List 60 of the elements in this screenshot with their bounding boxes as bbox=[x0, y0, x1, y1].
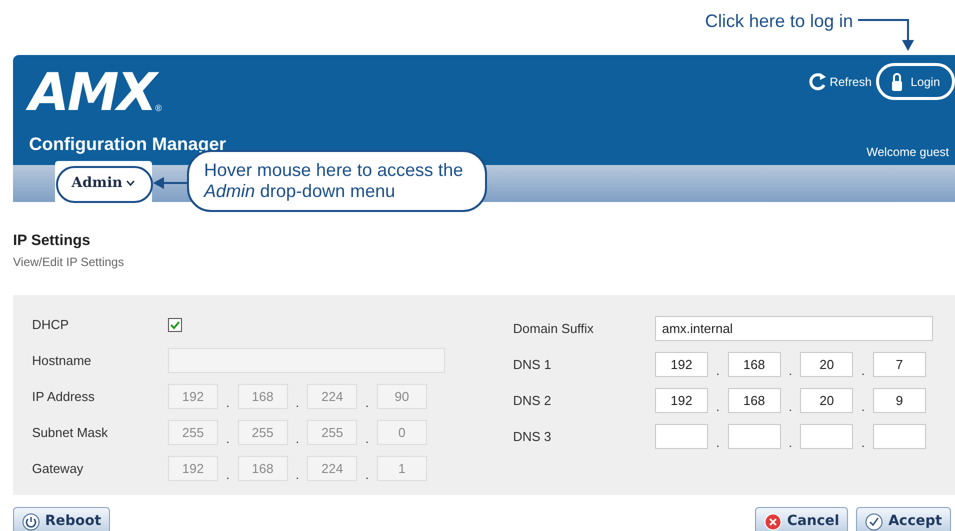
field-label: IP Address bbox=[32, 388, 96, 406]
field-label: DNS 3 bbox=[513, 428, 552, 446]
octet-field[interactable]: 9 bbox=[872, 388, 926, 413]
octet-field[interactable] bbox=[728, 424, 781, 449]
dot-separator: . bbox=[296, 396, 300, 409]
dot-separator: . bbox=[788, 364, 792, 377]
page-title: IP Settings bbox=[13, 231, 92, 251]
power-icon bbox=[22, 512, 40, 530]
callout-text: Click here to log in bbox=[705, 10, 854, 33]
checkmark-icon bbox=[170, 320, 180, 330]
field-label: DNS 2 bbox=[513, 392, 552, 410]
reboot-button[interactable]: Reboot bbox=[13, 506, 110, 531]
field-label: DHCP bbox=[32, 316, 70, 334]
dot-separator: . bbox=[296, 432, 300, 445]
admin-menu-tab[interactable]: Admin bbox=[55, 161, 152, 205]
octet-field[interactable]: 192 bbox=[655, 388, 708, 413]
dot-separator: . bbox=[226, 396, 230, 409]
octet-field[interactable] bbox=[800, 424, 854, 449]
close-icon bbox=[764, 512, 782, 530]
chevron-down-icon bbox=[126, 180, 136, 186]
field-label: DNS 1 bbox=[513, 356, 552, 374]
dot-separator: . bbox=[861, 436, 865, 449]
octet-field[interactable]: 168 bbox=[728, 352, 781, 377]
dot-separator: . bbox=[365, 432, 369, 445]
dot-separator: . bbox=[861, 400, 865, 413]
dot-separator: . bbox=[226, 432, 230, 445]
check-circle-icon bbox=[865, 512, 884, 530]
octet-field[interactable]: 7 bbox=[872, 352, 926, 377]
octet-field[interactable]: 20 bbox=[800, 352, 854, 377]
padlock-icon bbox=[890, 72, 903, 92]
field-label: Hostname bbox=[32, 352, 92, 370]
cancel-button[interactable]: Cancel bbox=[755, 506, 848, 531]
dot-separator: . bbox=[716, 436, 720, 449]
dot-separator: . bbox=[716, 364, 720, 377]
octet-field[interactable]: 20 bbox=[800, 388, 854, 413]
dot-separator: . bbox=[861, 364, 865, 377]
app-title: Configuration Manager bbox=[29, 133, 226, 156]
page-subtitle: View/Edit IP Settings bbox=[13, 254, 125, 270]
octet-field[interactable] bbox=[872, 424, 926, 449]
accept-button[interactable]: Accept bbox=[856, 506, 951, 531]
refresh-button[interactable]: Refresh bbox=[808, 72, 872, 92]
dot-separator: . bbox=[296, 468, 300, 481]
welcome-text: Welcome guest bbox=[866, 144, 949, 161]
refresh-icon bbox=[808, 72, 828, 92]
octet-field[interactable]: 192 bbox=[655, 352, 708, 377]
dot-separator: . bbox=[788, 436, 792, 449]
octet-field[interactable]: 168 bbox=[728, 388, 781, 413]
callout-text: Hover mouse here to access the Admin drop-down menu bbox=[204, 160, 464, 202]
field-label: Gateway bbox=[32, 460, 84, 478]
octet-field[interactable] bbox=[655, 424, 708, 449]
dot-separator: . bbox=[226, 468, 230, 481]
login-button[interactable]: Login bbox=[890, 72, 940, 92]
dot-separator: . bbox=[788, 400, 792, 413]
dhcp-checkbox[interactable] bbox=[168, 318, 182, 332]
dot-separator: . bbox=[365, 468, 369, 481]
text-field[interactable]: amx.internal bbox=[655, 316, 933, 341]
field-label: Subnet Mask bbox=[32, 424, 109, 442]
dot-separator: . bbox=[716, 400, 720, 413]
field-label: Domain Suffix bbox=[513, 320, 595, 338]
dot-separator: . bbox=[365, 396, 369, 409]
